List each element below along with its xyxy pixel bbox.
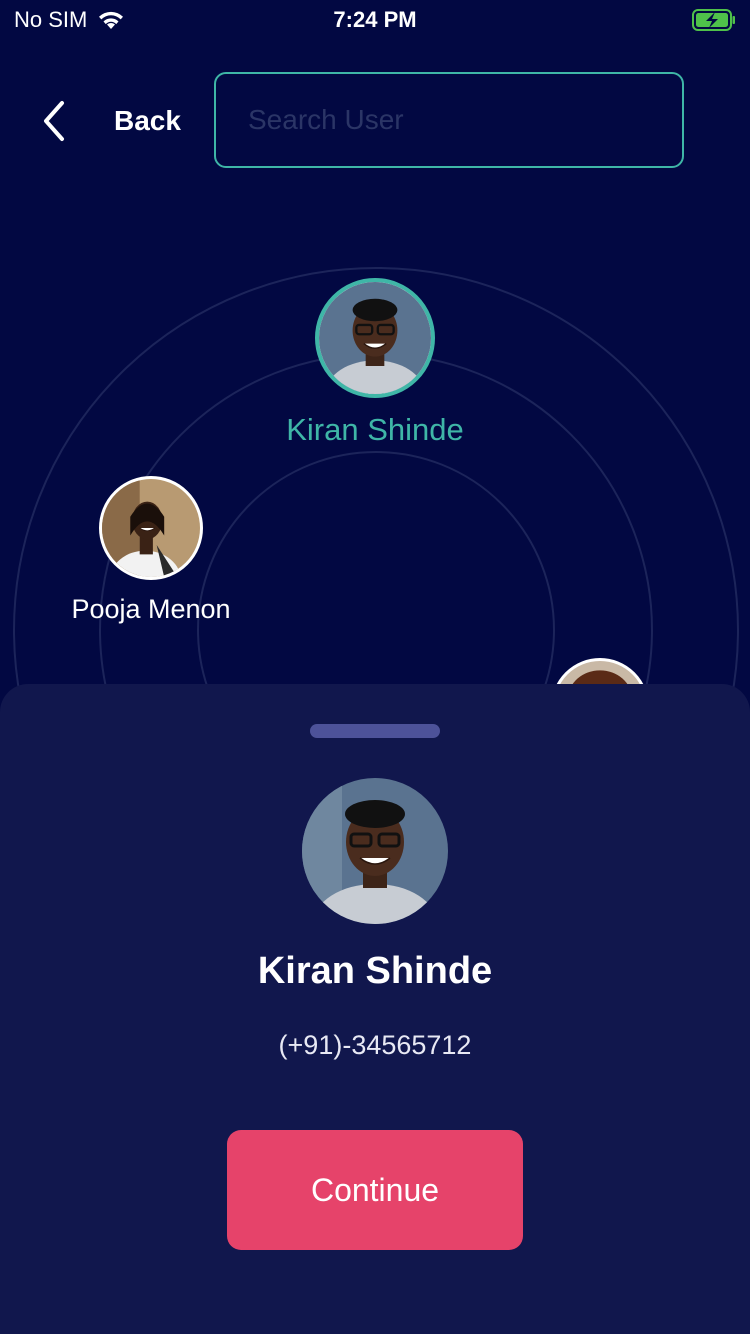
radar-user-name: Pooja Menon (71, 594, 231, 624)
user-detail-sheet: Kiran Shinde (+91)-34565712 Continue (0, 684, 750, 1334)
user-photo (319, 282, 431, 394)
chevron-left-icon (44, 101, 64, 141)
status-bar: No SIM 7:24 PM (0, 0, 750, 40)
selected-user-name: Kiran Shinde (257, 950, 493, 992)
clock: 7:24 PM (333, 7, 417, 32)
back-label: Back (114, 105, 181, 136)
avatar (99, 476, 203, 580)
nearby-users-radar: Kiran Shinde Pooja Menon (0, 200, 750, 756)
radar-user-pooja[interactable]: Pooja Menon (50, 476, 252, 625)
avatar (315, 278, 435, 398)
back-button[interactable]: Back (38, 96, 181, 146)
radar-user-name: Kiran Shinde (286, 412, 464, 447)
selected-user-avatar (302, 778, 448, 924)
user-photo (102, 479, 200, 577)
continue-button[interactable]: Continue (227, 1130, 523, 1250)
radar-user-kiran[interactable]: Kiran Shinde (260, 278, 490, 448)
search-input[interactable] (214, 72, 684, 168)
battery-charging-icon (692, 9, 735, 31)
selected-user-phone: (+91)-34565712 (278, 1030, 472, 1060)
radar-rings (13, 267, 739, 700)
user-photo (302, 778, 448, 924)
sheet-drag-handle[interactable] (310, 724, 440, 738)
